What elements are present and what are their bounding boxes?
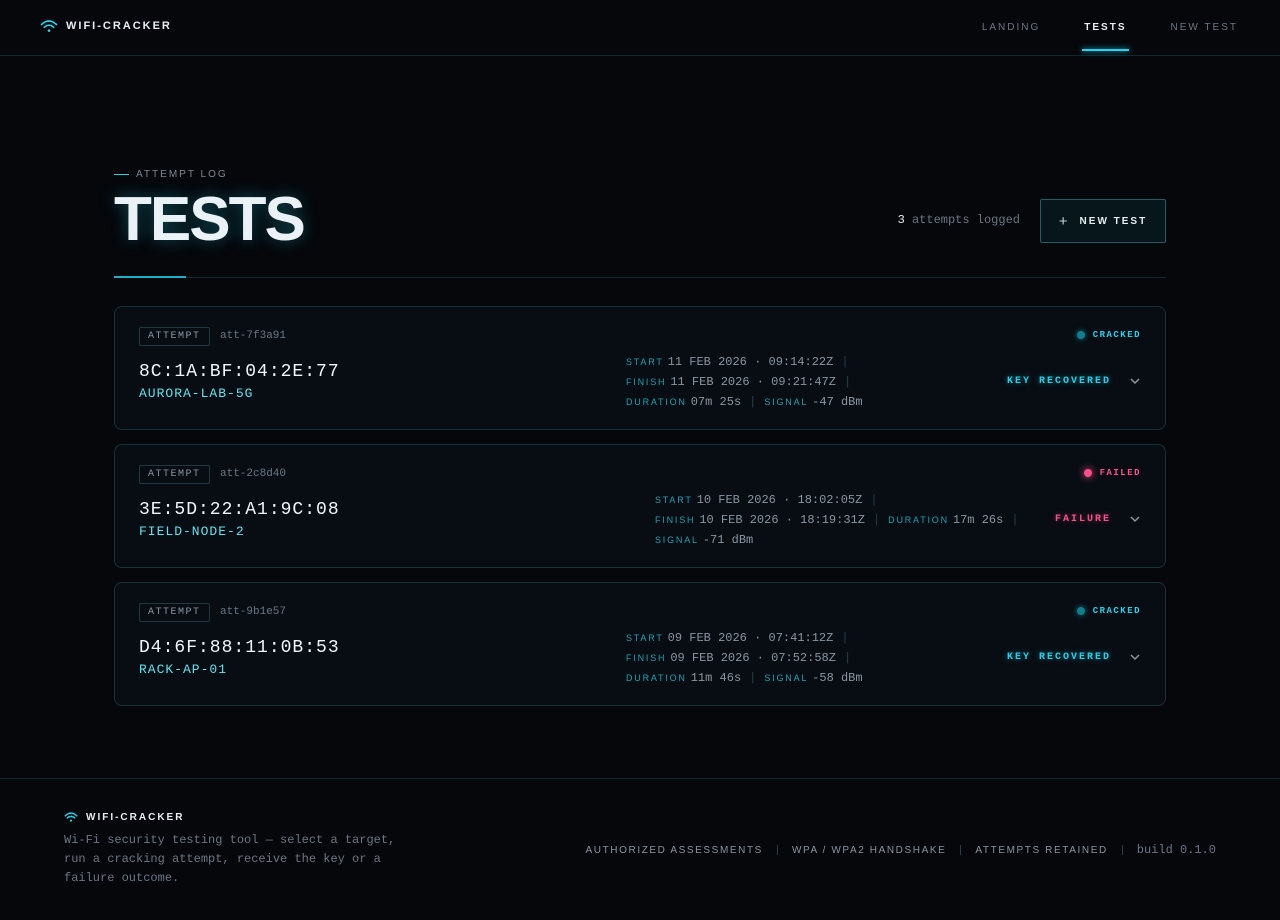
status-label: CRACKED bbox=[1092, 606, 1141, 616]
duration-value: 11m 46s bbox=[690, 671, 742, 685]
attempt-card[interactable]: ATTEMPT att-9b1e57 D4:6F:88:11:0B:53 RAC… bbox=[114, 582, 1166, 706]
attempt-id: att-2c8d40 bbox=[220, 468, 287, 480]
footer-link-retained: ATTEMPTS RETAINED bbox=[975, 844, 1108, 856]
footer-link-handshake: WPA / WPA2 HANDSHAKE bbox=[791, 844, 947, 856]
new-test-button-label: NEW TEST bbox=[1079, 215, 1148, 227]
attempt-id: att-7f3a91 bbox=[220, 330, 287, 342]
status-badge: CRACKED bbox=[1076, 606, 1141, 616]
build-version: build 0.1.0 bbox=[1136, 843, 1216, 857]
nav-new-test[interactable]: NEW TEST bbox=[1171, 0, 1238, 56]
duration-key: DURATION bbox=[626, 673, 687, 683]
title-divider-accent bbox=[114, 276, 186, 278]
attempt-meta: START 09 FEB 2026 · 07:41:12Z | FINISH 09 F… bbox=[626, 631, 863, 685]
wifi-icon bbox=[40, 20, 58, 32]
attempt-count: 3 attempts logged bbox=[898, 213, 1020, 227]
duration-key: DURATION bbox=[888, 515, 949, 525]
signal-value: -58 dBm bbox=[812, 671, 863, 685]
start-value: 09 FEB 2026 · 07:41:12Z bbox=[667, 631, 834, 645]
wifi-icon bbox=[64, 812, 78, 822]
eyebrow-line bbox=[114, 174, 129, 175]
bssid: 8C:1A:BF:04:2E:77 bbox=[139, 362, 340, 382]
signal-key: SIGNAL bbox=[655, 535, 699, 545]
signal-value: -71 dBm bbox=[702, 533, 754, 547]
finish-key: FINISH bbox=[626, 653, 667, 663]
footer-separator bbox=[776, 845, 778, 855]
status-label: FAILED bbox=[1099, 468, 1141, 478]
outcome-label: FAILURE bbox=[1054, 514, 1111, 525]
duration-key: DURATION bbox=[626, 397, 687, 407]
status-dot-icon bbox=[1076, 331, 1085, 339]
outcome-label: KEY RECOVERED bbox=[1006, 376, 1111, 387]
eyebrow: ATTEMPT LOG bbox=[114, 169, 228, 180]
nav-tests[interactable]: TESTS bbox=[1082, 0, 1129, 56]
duration-value: 17m 26s bbox=[952, 513, 1004, 527]
footer: WIFI-CRACKER Wi-Fi security testing tool… bbox=[0, 778, 1280, 920]
title-divider bbox=[114, 277, 1166, 278]
signal-key: SIGNAL bbox=[764, 397, 809, 407]
chevron-down-icon[interactable] bbox=[1129, 513, 1141, 525]
chevron-down-icon[interactable] bbox=[1129, 651, 1141, 663]
finish-value: 09 FEB 2026 · 07:52:58Z bbox=[670, 651, 836, 665]
attempt-count-number: 3 bbox=[897, 213, 905, 227]
start-key: START bbox=[626, 357, 664, 367]
footer-links: AUTHORIZED ASSESSMENTS WPA / WPA2 HANDSH… bbox=[586, 843, 1217, 857]
duration-value: 07m 25s bbox=[690, 395, 742, 409]
start-value: 11 FEB 2026 · 09:14:22Z bbox=[667, 355, 834, 369]
signal-key: SIGNAL bbox=[764, 673, 809, 683]
attempt-card[interactable]: ATTEMPT att-7f3a91 8C:1A:BF:04:2E:77 AUR… bbox=[114, 306, 1166, 430]
status-dot-icon bbox=[1083, 469, 1092, 477]
attempt-card[interactable]: ATTEMPT att-2c8d40 3E:5D:22:A1:9C:08 FIE… bbox=[114, 444, 1166, 568]
status-label: CRACKED bbox=[1092, 330, 1141, 340]
brand-logo[interactable]: WIFI-CRACKER bbox=[40, 19, 172, 33]
finish-value: 10 FEB 2026 · 18:19:31Z bbox=[699, 513, 865, 527]
ssid: FIELD-NODE-2 bbox=[139, 524, 245, 539]
signal-value: -47 dBm bbox=[812, 395, 863, 409]
chevron-down-icon[interactable] bbox=[1129, 375, 1141, 387]
footer-brand-name: WIFI-CRACKER bbox=[86, 811, 185, 823]
main-nav: LANDING TESTS NEW TEST bbox=[982, 0, 1238, 56]
finish-key: FINISH bbox=[655, 515, 696, 525]
top-bar: WIFI-CRACKER LANDING TESTS NEW TEST bbox=[0, 0, 1280, 56]
brand-name: WIFI-CRACKER bbox=[66, 20, 172, 32]
attempt-meta: START 11 FEB 2026 · 09:14:22Z | FINISH 11 F… bbox=[626, 355, 863, 409]
ssid: RACK-AP-01 bbox=[139, 662, 228, 677]
outcome-label: KEY RECOVERED bbox=[1006, 652, 1111, 663]
status-badge: CRACKED bbox=[1076, 330, 1141, 340]
bssid: 3E:5D:22:A1:9C:08 bbox=[139, 500, 340, 520]
finish-value: 11 FEB 2026 · 09:21:47Z bbox=[670, 375, 836, 389]
footer-separator bbox=[960, 845, 962, 855]
bssid: D4:6F:88:11:0B:53 bbox=[139, 638, 340, 658]
status-dot-icon bbox=[1076, 607, 1085, 615]
ssid: AURORA-LAB-5G bbox=[139, 386, 254, 401]
attempt-count-label: attempts logged bbox=[911, 213, 1020, 227]
new-test-button[interactable]: + NEW TEST bbox=[1040, 199, 1166, 243]
eyebrow-label: ATTEMPT LOG bbox=[136, 169, 228, 180]
nav-landing[interactable]: LANDING bbox=[982, 0, 1040, 56]
footer-link-authorized: AUTHORIZED ASSESSMENTS bbox=[585, 844, 763, 856]
attempt-id: att-9b1e57 bbox=[220, 606, 287, 618]
page-title: TESTS bbox=[114, 185, 306, 254]
footer-description: Wi-Fi security testing tool — select a t… bbox=[64, 833, 396, 885]
status-badge: FAILED bbox=[1083, 468, 1141, 478]
attempt-tag: ATTEMPT bbox=[139, 465, 210, 484]
start-key: START bbox=[626, 633, 664, 643]
attempt-tag: ATTEMPT bbox=[139, 603, 210, 622]
start-key: START bbox=[655, 495, 693, 505]
footer-brand[interactable]: WIFI-CRACKER bbox=[64, 811, 184, 823]
finish-key: FINISH bbox=[626, 377, 667, 387]
footer-separator bbox=[1121, 845, 1123, 855]
attempt-tag: ATTEMPT bbox=[139, 327, 210, 346]
start-value: 10 FEB 2026 · 18:02:05Z bbox=[696, 493, 863, 507]
attempt-meta: START 10 FEB 2026 · 18:02:05Z | FINISH 10 F… bbox=[655, 493, 1019, 547]
plus-icon: + bbox=[1058, 212, 1070, 230]
